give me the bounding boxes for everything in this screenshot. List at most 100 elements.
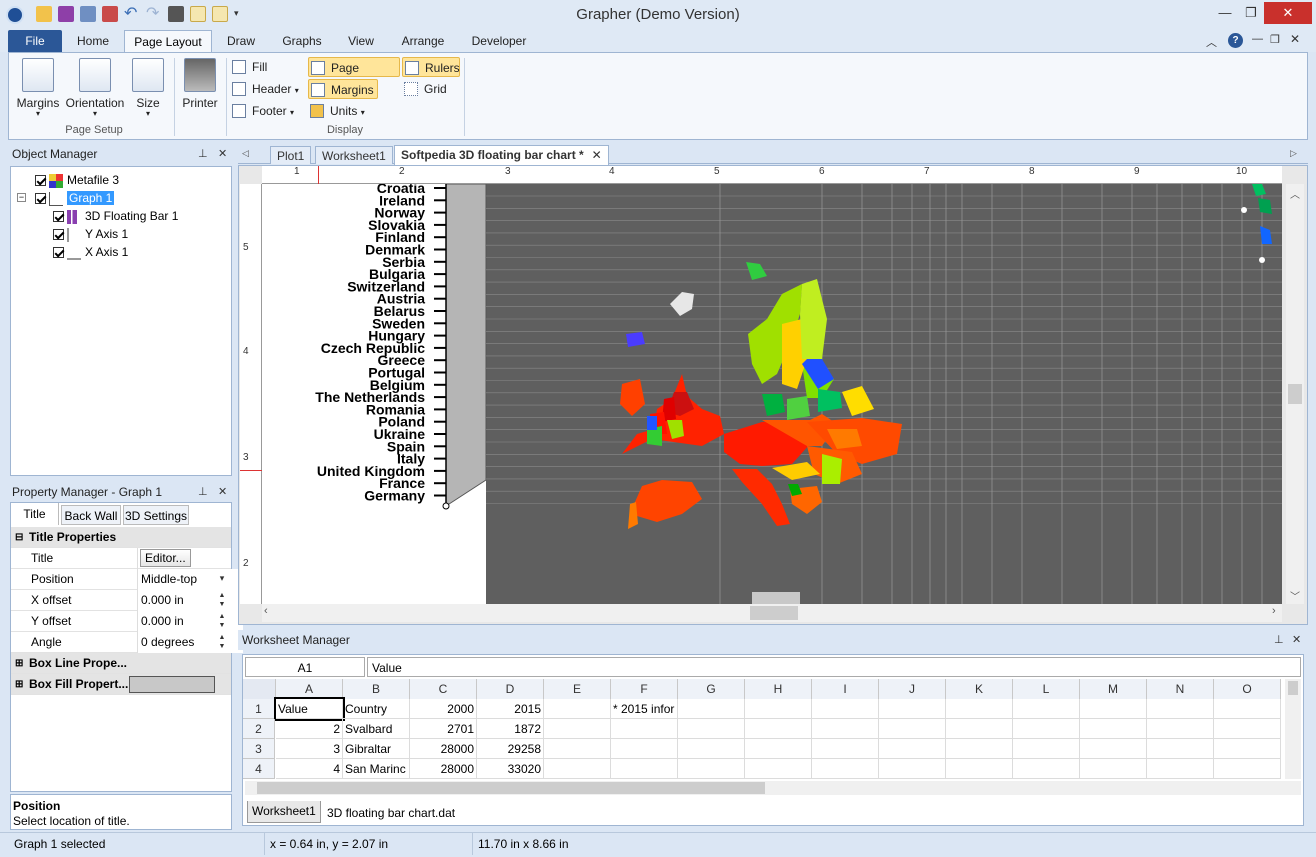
table-cell[interactable] [812,759,879,779]
table-cell[interactable] [879,699,946,719]
checkbox-icon[interactable] [35,193,46,205]
tab-3d-settings[interactable]: 3D Settings [123,505,189,525]
column-header[interactable]: N [1147,679,1214,699]
table-cell[interactable] [1147,759,1214,779]
pin-icon[interactable]: ⊥ [198,482,208,502]
table-cell[interactable] [946,719,1013,739]
expand-icon[interactable]: ⊞ [15,674,23,695]
table-cell[interactable]: Gibraltar [343,739,410,759]
printer-button[interactable]: Printer [178,58,222,110]
vertical-scrollbar[interactable]: ︿ ﹀ [1286,184,1304,604]
table-cell[interactable]: * 2015 infor [611,699,678,719]
scroll-up-icon[interactable]: ︿ [1290,186,1300,201]
size-button[interactable]: Size ▾ [130,58,166,118]
sheet-tab-datafile[interactable]: 3D floating bar chart.dat [323,803,460,823]
table-cell[interactable] [1214,719,1281,739]
tab-draw[interactable]: Draw [218,30,264,52]
tab-page-layout[interactable]: Page Layout [124,30,212,53]
scroll-thumb[interactable] [1288,384,1302,404]
tab-scroll-right-icon[interactable]: ▷ [1290,148,1297,159]
table-cell[interactable] [812,739,879,759]
table-cell[interactable]: Svalbard [343,719,410,739]
close-tab-icon[interactable]: ✕ [592,146,602,164]
checkbox-icon[interactable] [53,229,64,241]
scroll-down-icon[interactable]: ﹀ [1290,588,1300,603]
tab-graphs[interactable]: Graphs [276,30,328,52]
table-cell[interactable]: 33020 [477,759,544,779]
collapse-icon[interactable]: − [17,193,26,202]
fill-button[interactable]: Fill [230,57,300,77]
scroll-thumb[interactable] [257,782,765,794]
table-cell[interactable] [1147,699,1214,719]
table-cell[interactable] [1013,719,1080,739]
checkbox-icon[interactable] [35,175,46,187]
table-cell[interactable] [544,759,611,779]
tab-file[interactable]: File [8,30,62,52]
column-header[interactable]: C [410,679,477,699]
select-all-corner[interactable] [243,679,276,699]
spinner-icon[interactable]: ▲ ▼ [215,591,229,609]
close-panel-icon[interactable]: ✕ [218,144,227,164]
spinner-icon[interactable]: ▲ ▼ [215,612,229,630]
scroll-left-icon[interactable]: ‹ [264,605,268,617]
table-cell[interactable] [544,719,611,739]
floating-bar-chart[interactable]: CroatiaIrelandNorwaySlovakiaFinlandDenma… [262,184,1282,604]
margins-toggle[interactable]: Margins [308,79,378,99]
sheet-tab-worksheet1[interactable]: Worksheet1 [247,801,321,823]
tree-item-y-axis[interactable]: Y Axis 1 [53,225,128,243]
table-cell[interactable] [678,699,745,719]
tree-item-metafile[interactable]: Metafile 3 [35,171,119,189]
header-button[interactable]: Header ▾ [230,79,302,99]
table-cell[interactable] [1214,699,1281,719]
tab-view[interactable]: View [340,30,382,52]
plot-canvas[interactable]: Croatia Ireland Norway Slovakia Finland Denma… [262,184,1282,604]
help-icon[interactable]: ? [1228,33,1243,48]
table-cell[interactable] [879,739,946,759]
spinner-icon[interactable]: ▲ ▼ [215,633,229,651]
table-cell[interactable]: 2015 [477,699,544,719]
worksheet-horizontal-scrollbar[interactable] [245,781,1301,795]
close-panel-icon[interactable]: ✕ [1292,630,1301,650]
title-properties-section[interactable]: ⊟ Title Properties [11,527,231,548]
close-panel-icon[interactable]: ✕ [218,482,227,502]
column-header[interactable]: M [1080,679,1147,699]
row-header[interactable]: 4 [243,759,275,779]
doc-tab-plot1[interactable]: Plot1 [270,146,312,164]
column-header[interactable]: L [1013,679,1080,699]
formula-bar-input[interactable]: Value [367,657,1301,677]
box-fill-section[interactable]: ⊞ Box Fill Propert... [11,674,231,695]
tab-back-wall[interactable]: Back Wall [61,505,121,525]
table-cell[interactable] [1013,739,1080,759]
box-line-section[interactable]: ⊞ Box Line Prope... [11,653,231,674]
table-cell[interactable] [946,699,1013,719]
rulers-toggle[interactable]: Rulers [402,57,460,77]
table-cell[interactable] [1080,699,1147,719]
table-cell[interactable]: Value [274,697,345,721]
table-cell[interactable] [879,719,946,739]
margins-button[interactable]: Margins ▾ [16,58,60,118]
column-header[interactable]: O [1214,679,1281,699]
table-cell[interactable] [1013,759,1080,779]
table-cell[interactable]: 28000 [410,739,477,759]
table-cell[interactable] [812,699,879,719]
table-cell[interactable] [544,699,611,719]
tab-developer[interactable]: Developer [466,30,532,52]
table-cell[interactable] [1080,739,1147,759]
page-outline-toggle[interactable]: Page Outline [308,57,400,95]
table-cell[interactable] [1013,699,1080,719]
table-cell[interactable]: 1872 [477,719,544,739]
table-cell[interactable] [678,739,745,759]
table-cell[interactable] [879,759,946,779]
pin-icon[interactable]: ⊥ [1274,630,1284,650]
column-header[interactable]: B [343,679,410,699]
fill-color-swatch[interactable] [129,676,215,693]
horizontal-scrollbar[interactable]: ‹ › [262,604,1282,622]
doc-close-icon[interactable]: ✕ [1290,32,1300,46]
orientation-button[interactable]: Orientation ▾ [64,58,126,118]
column-header[interactable]: F [611,679,678,699]
expand-icon[interactable]: ⊞ [15,653,23,674]
column-header[interactable]: A [276,679,343,699]
table-cell[interactable]: 2 [276,719,343,739]
table-cell[interactable]: 28000 [410,759,477,779]
column-header[interactable]: I [812,679,879,699]
